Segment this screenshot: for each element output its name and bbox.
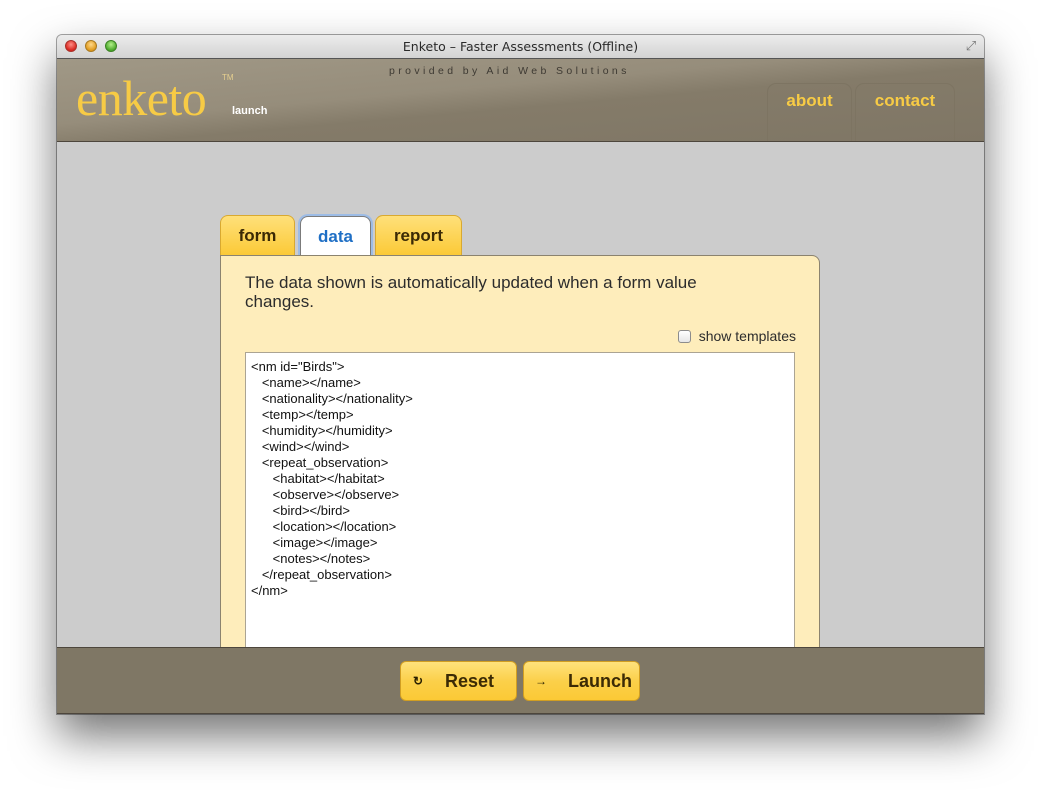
logo-subtitle: launch (232, 105, 268, 117)
data-panel: The data shown is automatically updated … (220, 255, 820, 692)
zoom-window-button[interactable] (105, 40, 117, 52)
arrow-right-icon: → (535, 674, 547, 688)
tab-report[interactable]: report (375, 215, 462, 256)
tab-form[interactable]: form (220, 215, 295, 256)
show-templates-toggle[interactable]: show templates (677, 328, 796, 344)
xml-line: <habitat></habitat> (251, 471, 385, 486)
xml-line: <nm id="Birds"> (251, 359, 345, 374)
xml-line: <temp></temp> (251, 407, 354, 422)
xml-line: </nm> (251, 583, 288, 598)
window-title: Enketo – Faster Assessments (Offline) (402, 39, 639, 54)
minimize-window-button[interactable] (85, 40, 97, 52)
show-templates-checkbox[interactable] (677, 329, 691, 343)
xml-line: <notes></notes> (251, 551, 371, 566)
reset-button[interactable]: ↻ Reset (400, 661, 517, 701)
xml-line: </repeat_observation> (251, 567, 392, 582)
nav-about[interactable]: about (767, 83, 852, 141)
xml-data-view[interactable]: <nm id="Birds"> <name></name> <nationali… (245, 352, 795, 692)
panel-description: The data shown is automatically updated … (245, 273, 697, 311)
launch-button[interactable]: → Launch (523, 661, 640, 701)
xml-line: <bird></bird> (251, 503, 351, 518)
title-bar: Enketo – Faster Assessments (Offline) ⤢ (57, 35, 984, 59)
provided-by-text: provided by Aid Web Solutions (389, 65, 630, 77)
app-window: Enketo – Faster Assessments (Offline) ⤢ … (57, 35, 984, 714)
xml-line: <wind></wind> (251, 439, 350, 454)
xml-line: <name></name> (251, 375, 361, 390)
refresh-icon: ↻ (412, 674, 424, 688)
tab-data[interactable]: data (300, 216, 371, 256)
close-window-button[interactable] (65, 40, 77, 52)
xml-line: <repeat_observation> (251, 455, 389, 470)
site-header: enketo TM launch provided by Aid Web Sol… (57, 59, 984, 142)
xml-line: <nationality></nationality> (251, 391, 413, 406)
footer-bar: ↻ Reset → Launch (57, 647, 984, 714)
trademark-mark: TM (222, 73, 234, 82)
reset-label: Reset (445, 670, 495, 691)
xml-line: <humidity></humidity> (251, 423, 393, 438)
nav-contact[interactable]: contact (855, 83, 955, 141)
fullscreen-icon[interactable]: ⤢ (964, 39, 978, 53)
show-templates-label: show templates (698, 328, 796, 344)
xml-line: <observe></observe> (251, 487, 400, 502)
launch-label: Launch (568, 670, 633, 691)
xml-line: <image></image> (251, 535, 378, 550)
enketo-logo[interactable]: enketo (76, 69, 207, 127)
xml-line: <location></location> (251, 519, 397, 534)
